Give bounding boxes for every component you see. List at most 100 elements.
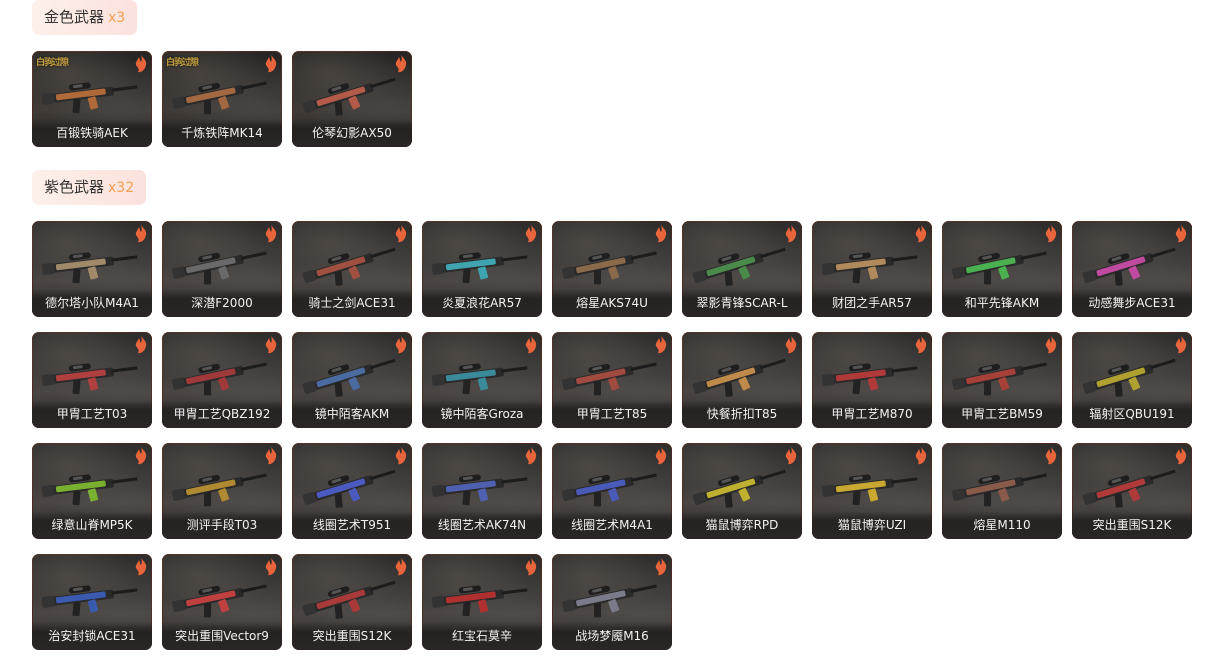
rarity-flame-icon [655, 336, 667, 354]
weapon-image [302, 77, 396, 116]
rarity-flame-icon [1045, 225, 1057, 243]
weapon-image [302, 358, 396, 397]
weapon-name: 突出重围Vector9 [162, 622, 282, 650]
purple-weapons-header: 紫色武器 x32 [32, 170, 147, 205]
weapon-name: 突出重围S12K [1072, 511, 1192, 539]
weapon-name: 猫鼠博弈RPD [682, 511, 802, 539]
weapon-card[interactable]: 伦琴幻影AX50 [292, 51, 412, 147]
weapon-name: 甲胄工艺T03 [32, 400, 152, 428]
weapon-card[interactable]: 线圈艺术T951 [292, 443, 412, 539]
weapon-image [432, 474, 528, 506]
weapon-image [172, 473, 267, 507]
weapon-card[interactable]: 突出重围S12K [1072, 443, 1192, 539]
weapon-card[interactable]: 镜中陌客Groza [422, 332, 542, 428]
weapon-image [822, 363, 918, 395]
weapon-image [302, 469, 396, 508]
rarity-flame-icon [1045, 447, 1057, 465]
weapon-card[interactable]: 甲胄工艺QBZ192 [162, 332, 282, 428]
rarity-flame-icon [135, 336, 147, 354]
weapon-card[interactable]: 炎夏浪花AR57 [422, 221, 542, 317]
weapon-name: 绿意山脊MP5K [32, 511, 152, 539]
weapon-card[interactable]: 深潜F2000 [162, 221, 282, 317]
weapon-card[interactable]: 突出重围S12K [292, 554, 412, 650]
weapon-name: 线圈艺术T951 [292, 511, 412, 539]
weapon-image [1082, 469, 1176, 508]
rarity-flame-icon [1175, 336, 1187, 354]
weapon-image [432, 252, 528, 284]
weapon-name: 红宝石莫辛 [422, 622, 542, 650]
weapon-card[interactable]: 甲胄工艺BM59 [942, 332, 1062, 428]
weapon-name: 辐射区QBU191 [1072, 400, 1192, 428]
weapon-name: 甲胄工艺BM59 [942, 400, 1062, 428]
weapon-name: 线圈艺术AK74N [422, 511, 542, 539]
rarity-flame-icon [525, 447, 537, 465]
weapon-name: 伦琴幻影AX50 [292, 119, 412, 147]
weapon-name: 甲胄工艺M870 [812, 400, 932, 428]
weapon-card[interactable]: 德尔塔小队M4A1 [32, 221, 152, 317]
section-title: 金色武器 [44, 8, 105, 26]
weapon-card[interactable]: 快餐折扣T85 [682, 332, 802, 428]
rarity-flame-icon [655, 558, 667, 576]
weapon-card[interactable]: 突出重围Vector9 [162, 554, 282, 650]
weapon-card[interactable]: 猫鼠博弈RPD [682, 443, 802, 539]
weapon-image [42, 82, 138, 114]
rarity-flame-icon [785, 225, 797, 243]
weapon-image [432, 585, 528, 617]
weapon-card[interactable]: 骑士之剑ACE31 [292, 221, 412, 317]
rarity-flame-icon [915, 225, 927, 243]
section-count: x3 [108, 10, 126, 26]
weapon-name: 翠影青锋SCAR-L [682, 289, 802, 317]
weapon-name: 百锻铁骑AEK [32, 119, 152, 147]
weapon-card[interactable]: 甲胄工艺T85 [552, 332, 672, 428]
weapon-image [562, 362, 657, 396]
weapon-card[interactable]: 甲胄工艺T03 [32, 332, 152, 428]
weapon-name: 德尔塔小队M4A1 [32, 289, 152, 317]
rarity-flame-icon [1045, 336, 1057, 354]
weapon-name: 战场梦魇M16 [552, 622, 672, 650]
weapon-name: 熔星AKS74U [552, 289, 672, 317]
weapon-card[interactable]: 白驹过隙 千炼铁阵MK14 [162, 51, 282, 147]
weapon-card[interactable]: 治安封锁ACE31 [32, 554, 152, 650]
weapon-card[interactable]: 翠影青锋SCAR-L [682, 221, 802, 317]
weapon-image [172, 584, 267, 618]
weapon-card[interactable]: 辐射区QBU191 [1072, 332, 1192, 428]
weapon-card[interactable]: 白驹过隙 百锻铁骑AEK [32, 51, 152, 147]
weapon-card[interactable]: 熔星M110 [942, 443, 1062, 539]
weapon-card[interactable]: 财团之手AR57 [812, 221, 932, 317]
weapon-card[interactable]: 熔星AKS74U [552, 221, 672, 317]
weapon-card[interactable]: 线圈艺术M4A1 [552, 443, 672, 539]
weapon-name: 镜中陌客Groza [422, 400, 542, 428]
weapon-name: 深潜F2000 [162, 289, 282, 317]
weapon-card[interactable]: 镜中陌客AKM [292, 332, 412, 428]
weapon-image [42, 252, 138, 284]
rarity-flame-icon [135, 225, 147, 243]
rarity-flame-icon [395, 447, 407, 465]
weapon-card[interactable]: 战场梦魇M16 [552, 554, 672, 650]
weapon-name: 快餐折扣T85 [682, 400, 802, 428]
weapon-card[interactable]: 线圈艺术AK74N [422, 443, 542, 539]
rarity-flame-icon [785, 336, 797, 354]
section-count: x32 [108, 180, 135, 196]
gold-weapons-header: 金色武器 x3 [32, 0, 138, 35]
weapon-image [822, 474, 918, 506]
rarity-flame-icon [395, 558, 407, 576]
weapon-image [692, 469, 786, 508]
weapon-image [952, 473, 1047, 507]
weapon-image [822, 252, 918, 284]
weapon-image [172, 251, 267, 285]
rarity-flame-icon [655, 225, 667, 243]
rarity-flame-icon [395, 225, 407, 243]
weapon-image [1082, 247, 1176, 286]
rarity-flame-icon [265, 55, 277, 73]
weapon-card[interactable]: 猫鼠博弈UZI [812, 443, 932, 539]
weapon-name: 线圈艺术M4A1 [552, 511, 672, 539]
rarity-flame-icon [1175, 225, 1187, 243]
weapon-card[interactable]: 绿意山脊MP5K [32, 443, 152, 539]
weapon-card[interactable]: 红宝石莫辛 [422, 554, 542, 650]
weapon-name: 炎夏浪花AR57 [422, 289, 542, 317]
weapon-card[interactable]: 和平先锋AKM [942, 221, 1062, 317]
weapon-card[interactable]: 甲胄工艺M870 [812, 332, 932, 428]
weapon-card[interactable]: 测评手段T03 [162, 443, 282, 539]
weapon-name: 镜中陌客AKM [292, 400, 412, 428]
weapon-card[interactable]: 动感舞步ACE31 [1072, 221, 1192, 317]
